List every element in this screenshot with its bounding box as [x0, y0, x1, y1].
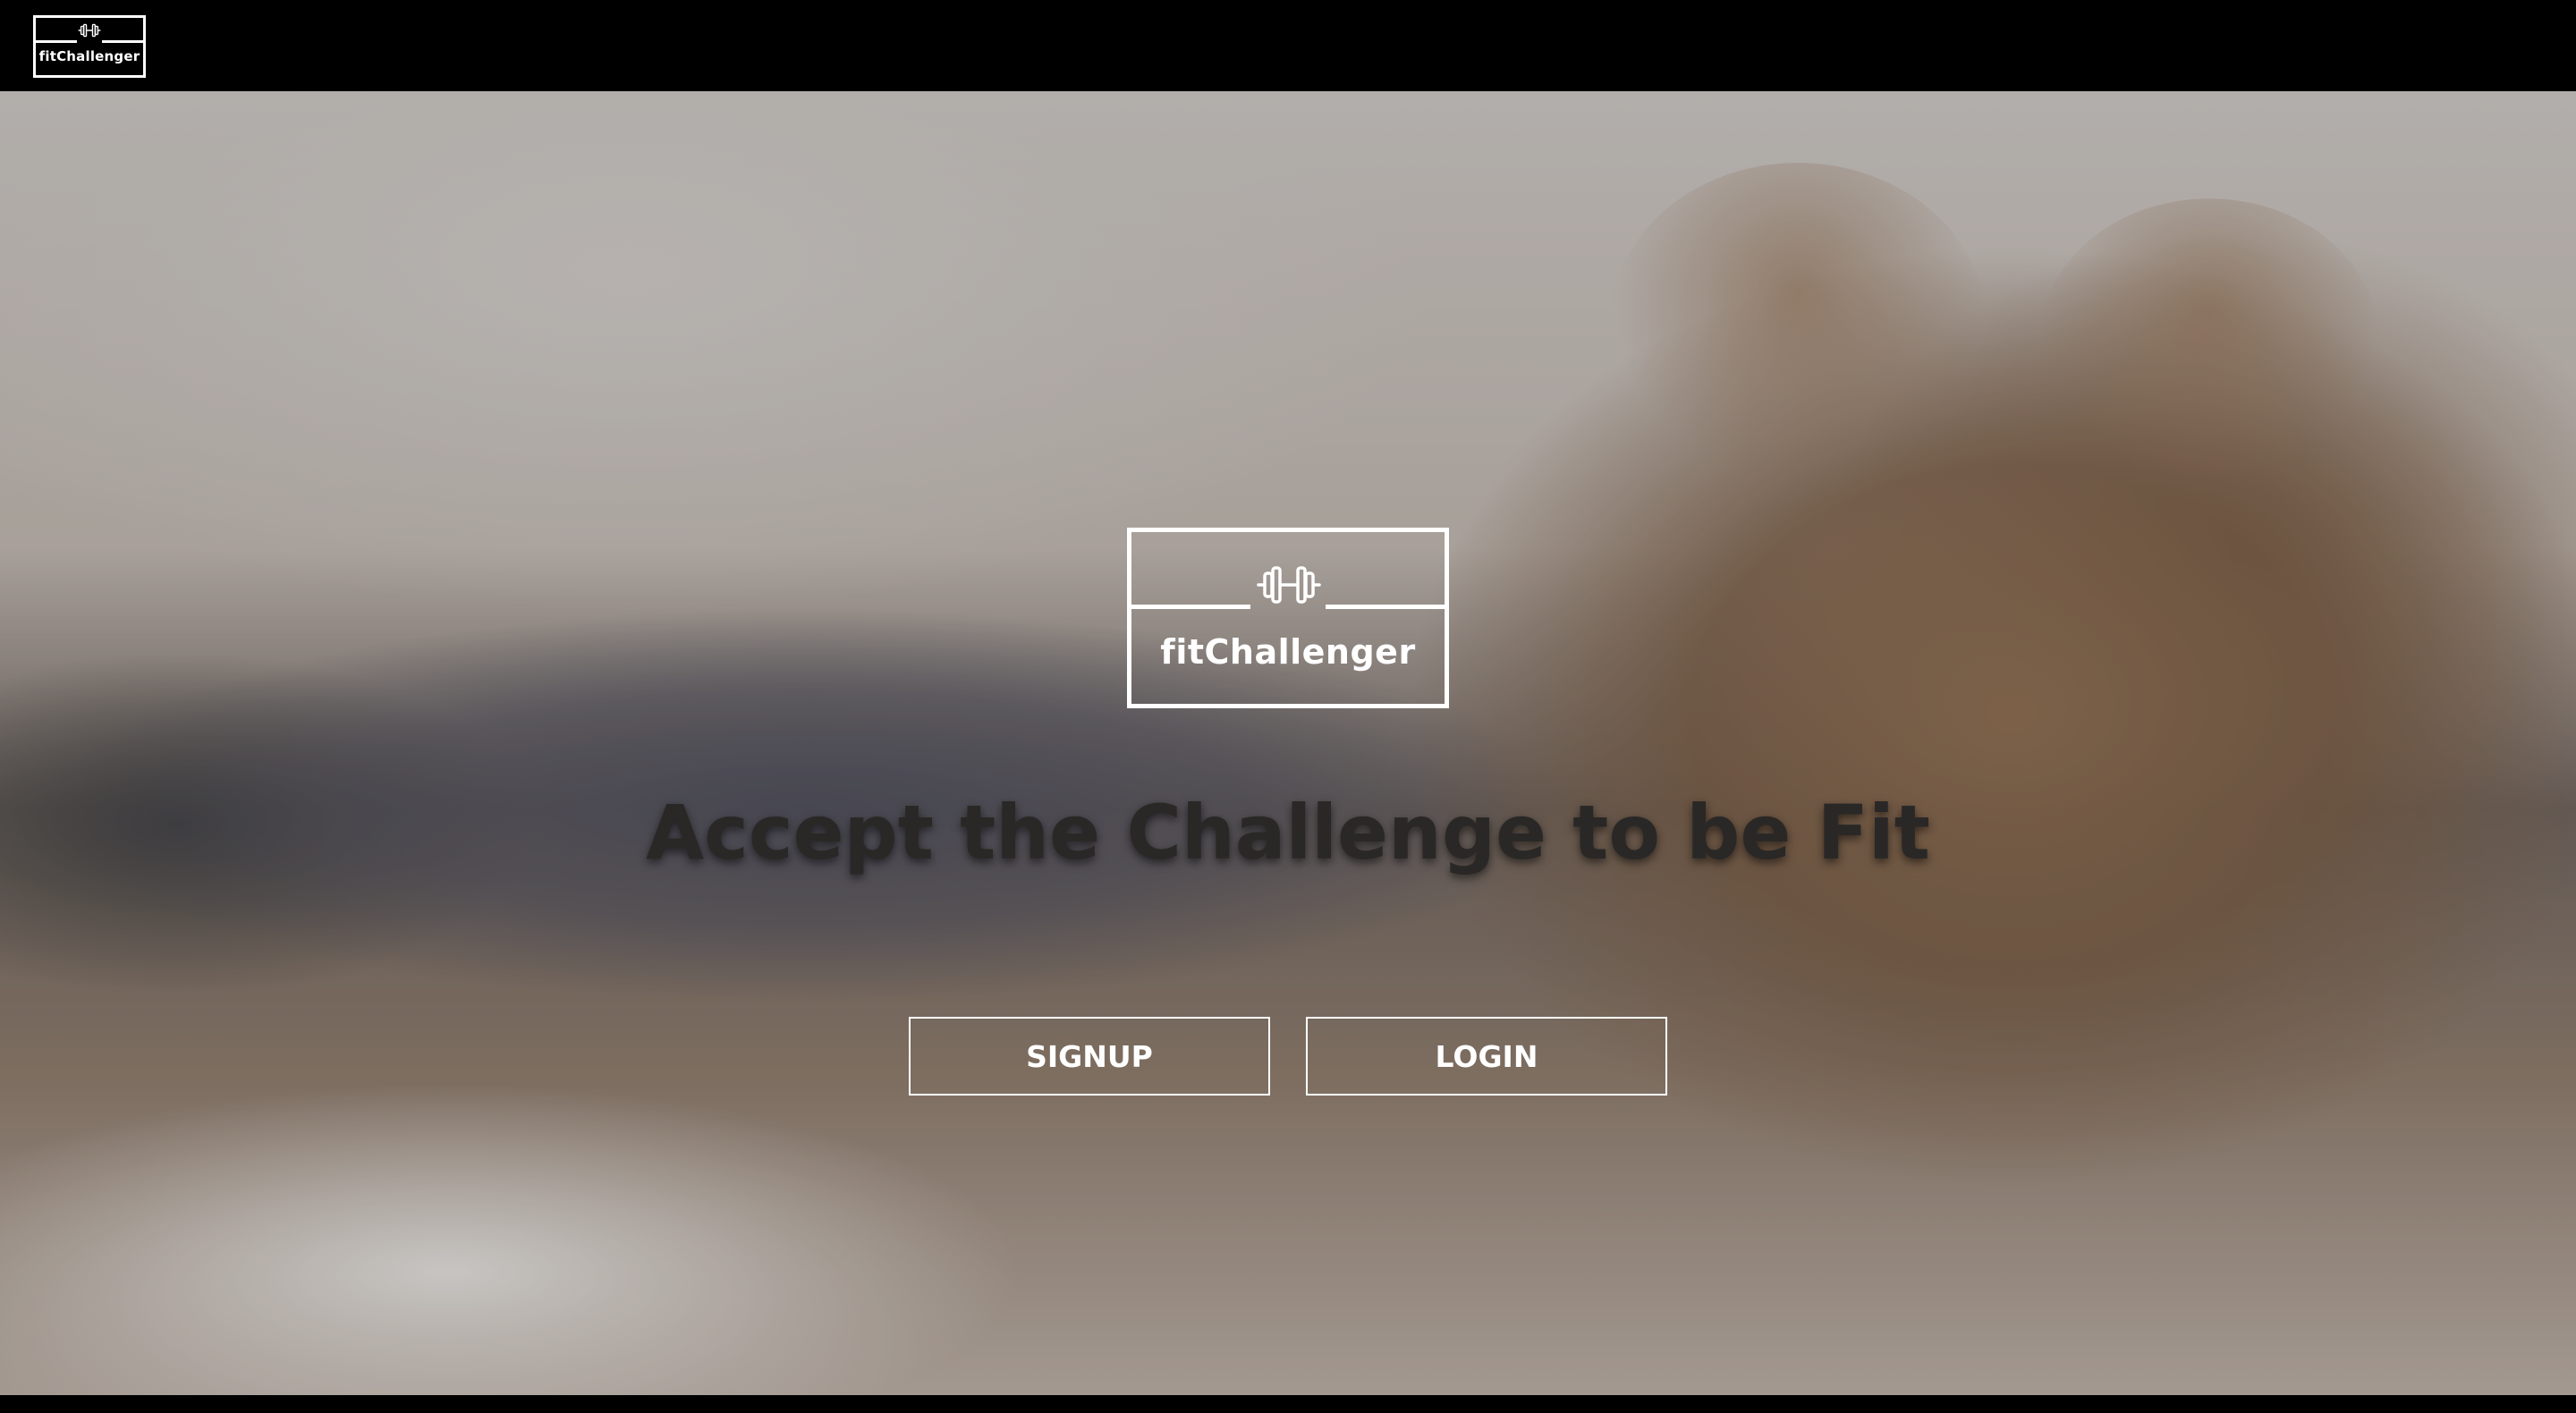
header-logo-top	[36, 18, 143, 43]
background-image	[1610, 163, 1986, 485]
signup-button[interactable]: SIGNUP	[909, 1017, 1270, 1096]
hero-logo-top	[1131, 532, 1445, 609]
dumbbell-icon	[1257, 566, 1321, 604]
hero-section: fitChallenger Accept the Challenge to be…	[0, 91, 2576, 1395]
hero-logo-text: fitChallenger	[1160, 632, 1416, 672]
background-image-detail	[2039, 199, 2379, 485]
logo-rule-left	[1131, 605, 1250, 609]
top-navbar: fitChallenger	[0, 0, 2576, 91]
hero-logo: fitChallenger	[1127, 528, 1449, 708]
login-button[interactable]: LOGIN	[1306, 1017, 1667, 1096]
header-logo[interactable]: fitChallenger	[33, 15, 146, 78]
dumbbell-icon	[78, 23, 101, 38]
header-logo-text: fitChallenger	[38, 48, 140, 64]
hero-headline: Accept the Challenge to be Fit	[646, 789, 1930, 876]
bottom-bar	[0, 1395, 2576, 1413]
logo-rule-right	[1326, 605, 1445, 609]
